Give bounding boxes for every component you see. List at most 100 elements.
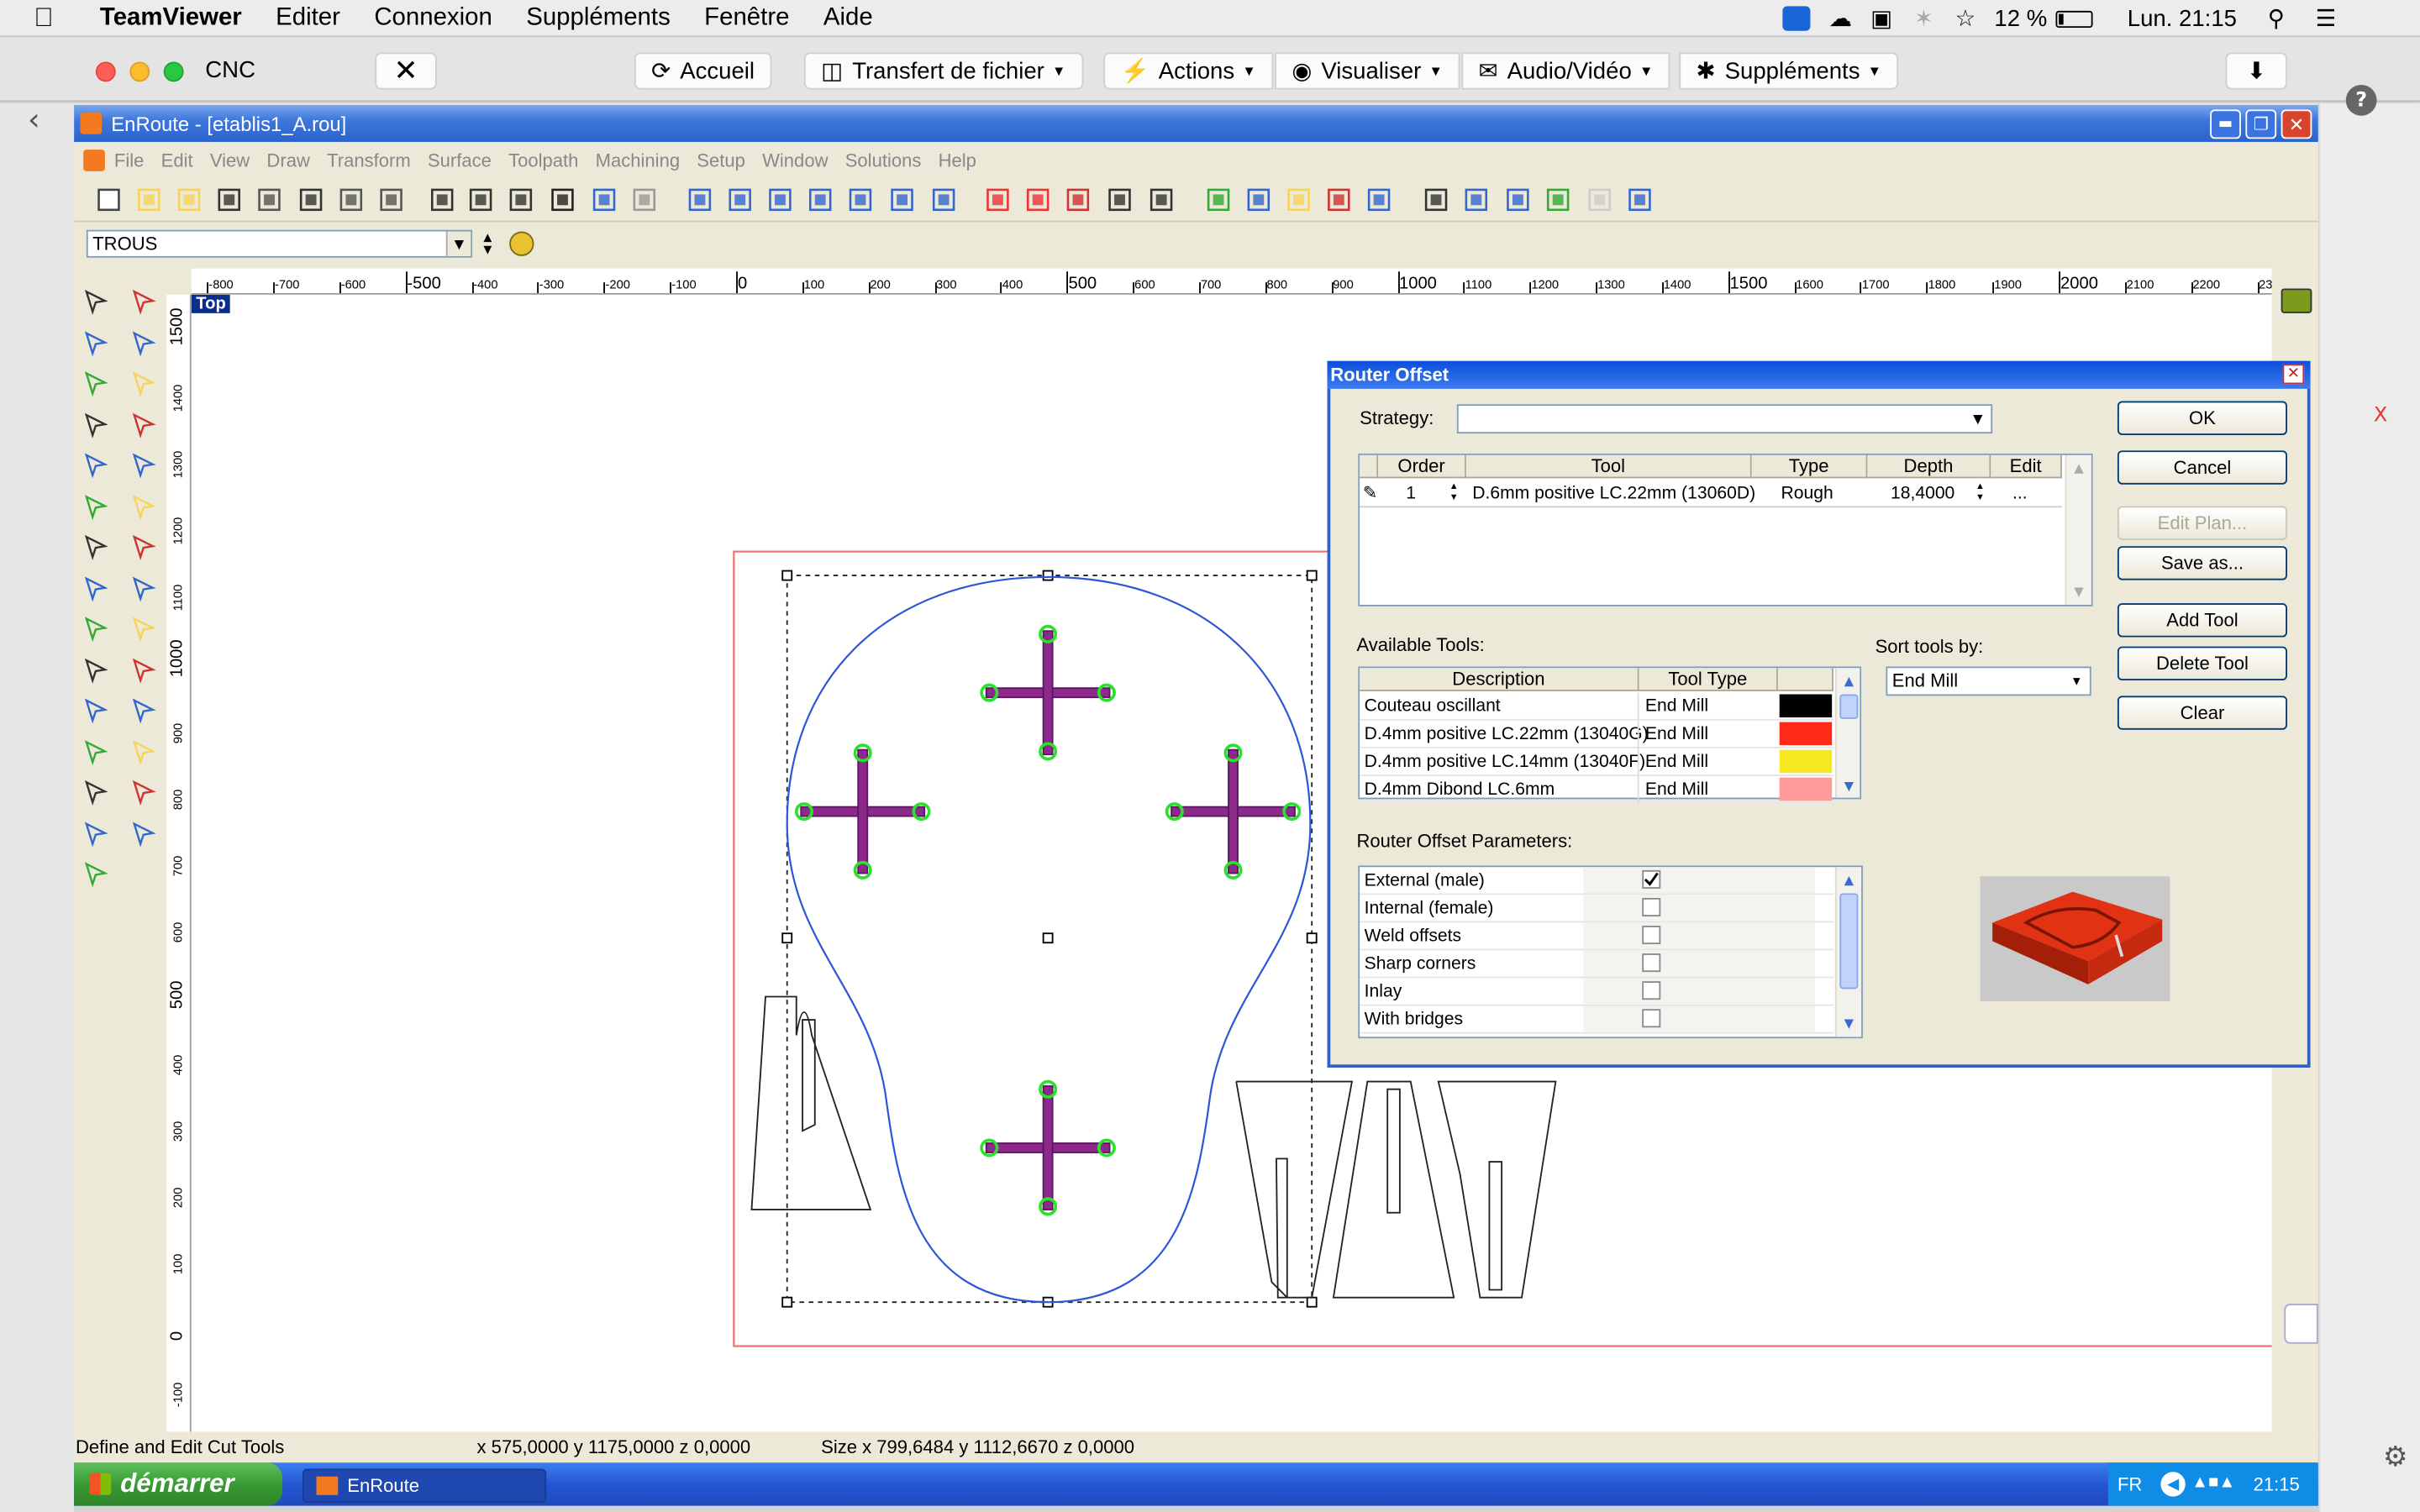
tool-mirror-icon[interactable] [82, 369, 109, 397]
open-folder-icon[interactable] [176, 188, 203, 212]
copy-icon[interactable] [468, 188, 496, 212]
param-row[interactable]: Weld offsets [1360, 922, 1833, 951]
menu-help[interactable]: Help [939, 150, 976, 171]
table-row[interactable]: ✎ 1 ▲ ▼ D.6mm positive LC.22mm (13060D) R… [1360, 480, 2062, 508]
cross-hole[interactable] [794, 743, 931, 879]
bluetooth-icon[interactable]: ✶ [1914, 5, 1933, 32]
param-row[interactable]: Sharp corners [1360, 950, 1833, 979]
param-checkbox[interactable] [1642, 953, 1661, 973]
tool-node-edit-icon[interactable] [129, 287, 157, 315]
list-item[interactable]: D.4mm positive LC.22mm (13040G) End Mill [1360, 720, 1833, 748]
zoom-select-icon[interactable] [847, 188, 875, 212]
cut-icon[interactable] [429, 188, 457, 212]
tool-explode-icon[interactable] [129, 655, 157, 683]
tool-dimension-icon[interactable] [82, 859, 109, 888]
tool-fillet-icon[interactable] [82, 573, 109, 601]
cross-hole[interactable] [980, 1079, 1116, 1216]
menu-fenetre[interactable]: Fenêtre [704, 4, 789, 32]
tool-select-icon[interactable] [82, 287, 109, 315]
ruler-icon[interactable] [378, 188, 406, 212]
menu-aide[interactable]: Aide [823, 4, 873, 32]
menu-toolpath[interactable]: Toolpath [508, 150, 578, 171]
sort-dropdown-icon[interactable]: ▼ [2065, 669, 2089, 693]
notification-center-icon[interactable]: ☰ [2316, 5, 2337, 32]
display-icon[interactable]: ▣ [1870, 5, 1892, 32]
row-edit-button[interactable]: ... [2012, 481, 2028, 506]
help-icon[interactable]: ? [2345, 85, 2377, 116]
strategy-dropdown-icon[interactable]: ▼ [1966, 407, 1990, 431]
layers-panel-icon[interactable] [2281, 288, 2312, 313]
params-scroll-up-icon[interactable]: ▲ [1839, 869, 1860, 890]
cancel-button[interactable]: Cancel [2117, 450, 2287, 485]
ok-button[interactable]: OK [2117, 401, 2287, 435]
view-3d-1-icon[interactable] [985, 188, 1013, 212]
tools-scrollbar[interactable]: ▲ ▼ [1834, 668, 1860, 798]
redo-icon[interactable] [631, 188, 659, 212]
app-menu[interactable]: TeamViewer [100, 4, 242, 32]
apple-icon[interactable]:  [34, 3, 53, 34]
params-scrollbar[interactable]: ▲ ▼ [1834, 867, 1862, 1037]
edit-plan-button[interactable]: Edit Plan... [2117, 506, 2287, 540]
param-row[interactable]: With bridges [1360, 1005, 1833, 1034]
row-tool[interactable]: D.6mm positive LC.22mm (13060D) [1472, 481, 1755, 506]
params-scroll-down-icon[interactable]: ▼ [1839, 1012, 1860, 1034]
tools-scroll-thumb[interactable] [1839, 694, 1859, 719]
menu-view[interactable]: View [210, 150, 250, 171]
params-scroll-thumb[interactable] [1839, 893, 1859, 990]
cross-hole[interactable] [1165, 743, 1302, 879]
home-button[interactable]: ⟳ Accueil [634, 52, 772, 90]
tool-align-icon[interactable] [82, 533, 109, 560]
toolpath-5-icon[interactable] [1586, 188, 1614, 212]
audio-video-button[interactable]: ✉ Audio/Vidéo ▼ [1461, 52, 1670, 90]
layer-dropdown-icon[interactable]: ▼ [445, 231, 471, 256]
toolpath-1-icon[interactable] [1423, 188, 1450, 212]
zoom-out-icon[interactable] [767, 188, 795, 212]
tool-rectangle-icon[interactable] [129, 696, 157, 724]
tool-weld-icon[interactable] [82, 450, 109, 479]
param-checkbox[interactable] [1642, 1009, 1661, 1028]
close-session-icon[interactable]: ✕ [375, 52, 437, 90]
param-checkbox[interactable] [1642, 869, 1661, 889]
new-file-icon[interactable] [96, 188, 124, 212]
tool-scale-icon[interactable] [82, 328, 109, 356]
delete-icon[interactable] [550, 188, 577, 212]
menu-draw[interactable]: Draw [266, 150, 309, 171]
layer-light-icon[interactable] [509, 231, 534, 256]
print-icon[interactable] [256, 188, 284, 212]
col-order[interactable]: Order [1378, 454, 1466, 479]
col-depth[interactable]: Depth [1867, 454, 1991, 479]
delete-tool-button[interactable]: Delete Tool [2117, 646, 2287, 680]
zoom-window-icon[interactable] [687, 188, 714, 212]
list-item[interactable]: D.4mm positive LC.14mm (13040F) End Mill [1360, 748, 1833, 776]
order-spin-icon[interactable]: ▲ ▼ [1444, 481, 1463, 506]
minimize-icon[interactable]: ▬ [2210, 109, 2241, 139]
tool-envelope-icon[interactable] [82, 614, 109, 643]
param-row[interactable]: Internal (female) [1360, 895, 1833, 923]
list-item[interactable]: D.4mm Dibond LC.6mm End Mill [1360, 775, 1833, 804]
spotlight-icon[interactable]: ⚲ [2268, 5, 2285, 32]
row-depth[interactable]: 18,4000 [1891, 481, 1954, 506]
param-row[interactable]: External (male) [1360, 867, 1833, 895]
col-type[interactable]: Type [1751, 454, 1868, 479]
taskbar-item-enroute[interactable]: EnRoute [302, 1468, 547, 1503]
tool-trim-icon[interactable] [129, 491, 157, 520]
layers-4-icon[interactable] [1326, 188, 1354, 212]
menu-window[interactable]: Window [762, 150, 828, 171]
depth-spin-icon[interactable]: ▲ ▼ [1970, 481, 1989, 506]
tool-intersect-icon[interactable] [82, 491, 109, 520]
teamviewer-side-icon[interactable] [2284, 1304, 2318, 1344]
tool-skew-icon[interactable] [129, 369, 157, 397]
toolpath-4-icon[interactable] [1545, 188, 1573, 212]
menu-surface[interactable]: Surface [428, 150, 492, 171]
view-3d-4-icon[interactable] [1107, 188, 1134, 212]
clock[interactable]: Lun. 21:15 [2128, 5, 2237, 31]
paste-icon[interactable] [508, 188, 535, 212]
table-scrollbar[interactable]: ▲ ▼ [2065, 454, 2091, 605]
tool-subtract-icon[interactable] [129, 450, 157, 479]
settings-gear-icon[interactable]: ⚙ [2383, 1441, 2408, 1473]
zoom-all-icon[interactable] [889, 188, 917, 212]
tool-spline-icon[interactable] [129, 818, 157, 847]
back-arrow-icon[interactable]: ‹ [28, 100, 40, 137]
tools-scroll-up-icon[interactable]: ▲ [1839, 669, 1860, 691]
leg-shape-1[interactable] [1235, 1080, 1354, 1299]
